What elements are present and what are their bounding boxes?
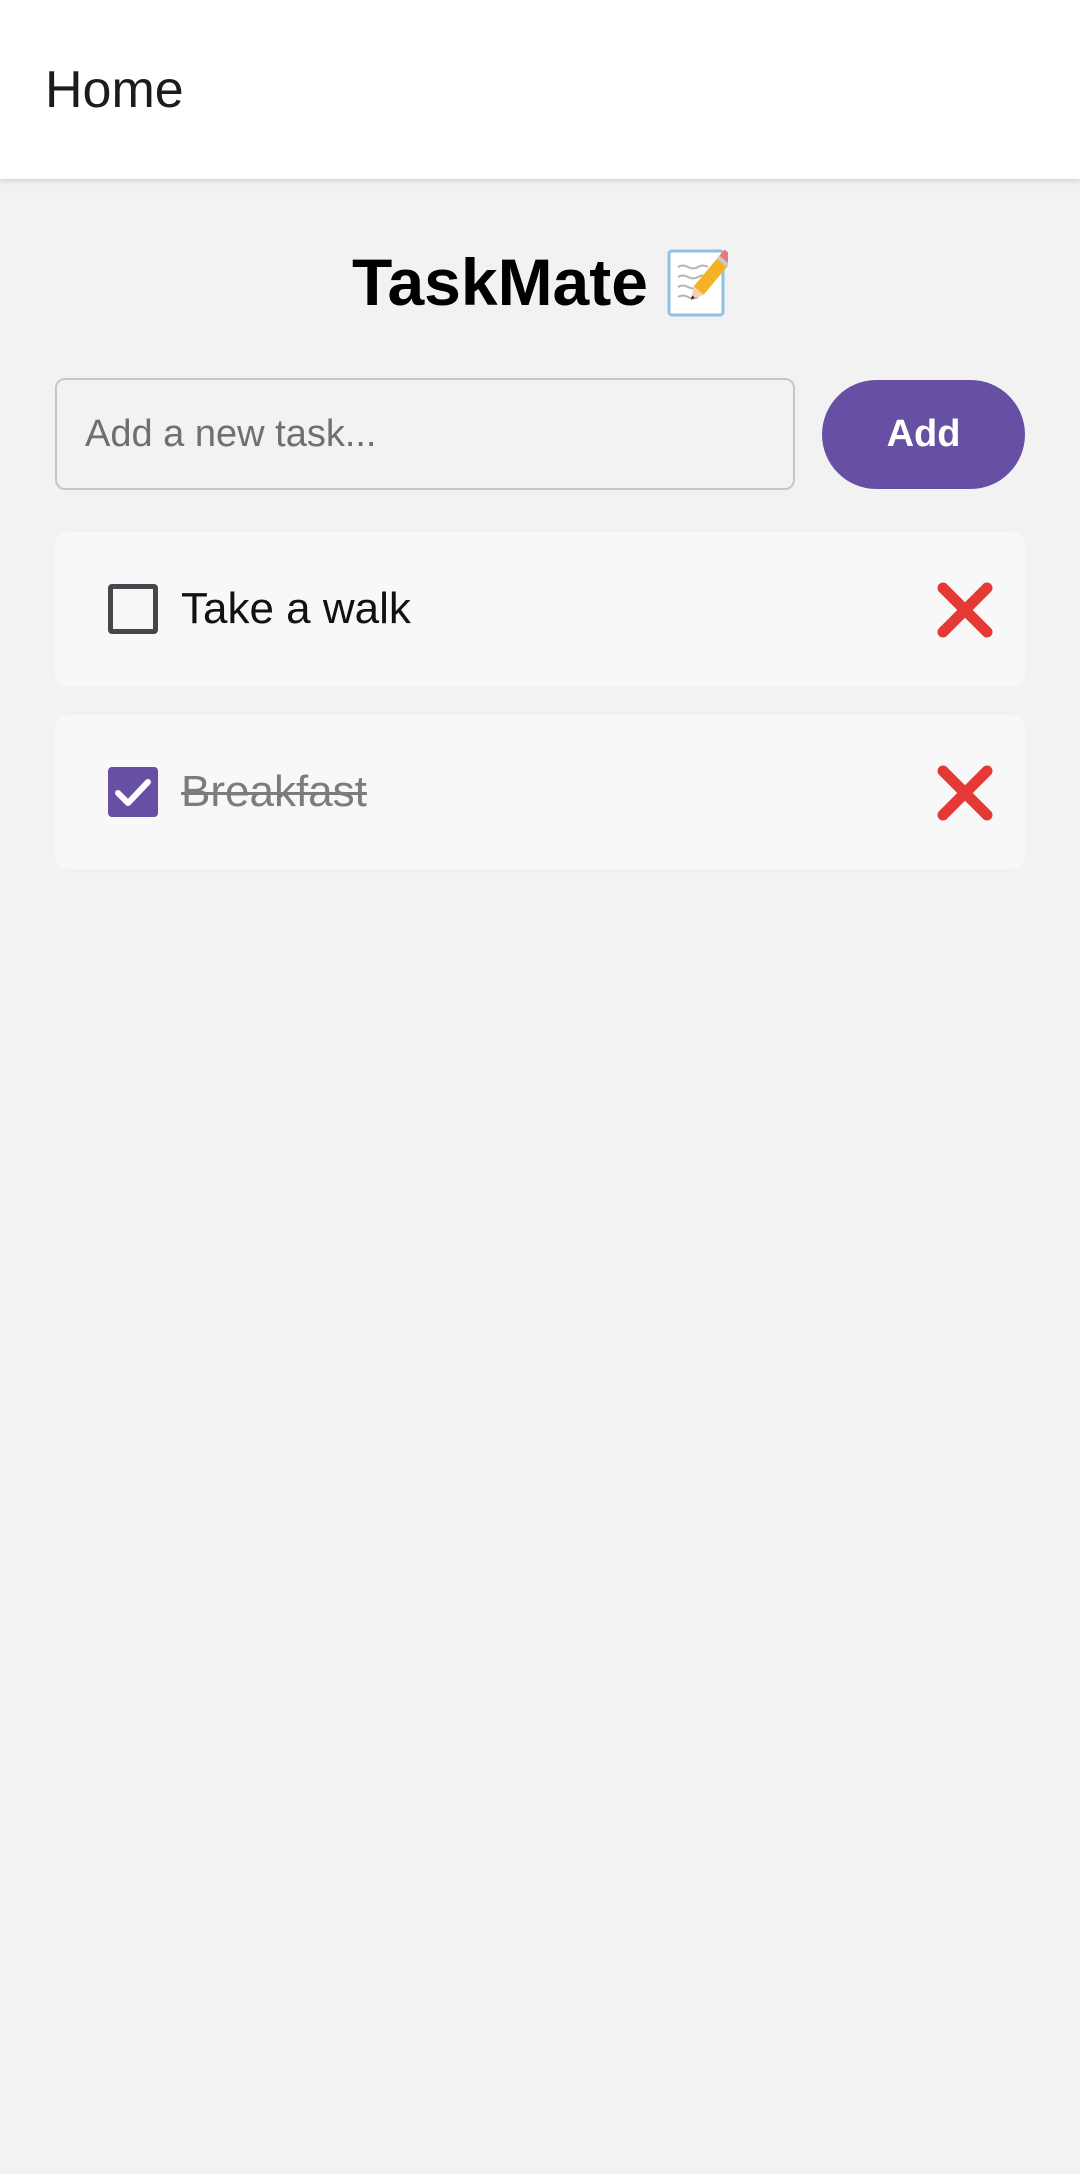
task-list: Take a walk Breakfast bbox=[55, 532, 1025, 898]
memo-pencil-icon bbox=[666, 245, 735, 319]
checkbox-checked-icon[interactable] bbox=[108, 767, 158, 817]
delete-task-button[interactable] bbox=[935, 763, 995, 823]
task-item: Breakfast bbox=[55, 715, 1025, 869]
cross-mark-icon bbox=[937, 765, 993, 821]
delete-task-button[interactable] bbox=[935, 580, 995, 640]
task-item: Take a walk bbox=[55, 532, 1025, 686]
app-bar: Home bbox=[0, 0, 1080, 179]
page-title: TaskMate bbox=[352, 245, 648, 319]
task-label[interactable]: Take a walk bbox=[181, 582, 411, 636]
page-title-row: TaskMate bbox=[0, 240, 1080, 324]
cross-mark-icon bbox=[937, 582, 993, 638]
add-task-button[interactable]: Add bbox=[822, 380, 1025, 489]
app-bar-title: Home bbox=[45, 61, 184, 119]
new-task-input[interactable] bbox=[55, 378, 795, 490]
checkbox-icon[interactable] bbox=[108, 584, 158, 634]
task-label[interactable]: Breakfast bbox=[181, 765, 367, 819]
